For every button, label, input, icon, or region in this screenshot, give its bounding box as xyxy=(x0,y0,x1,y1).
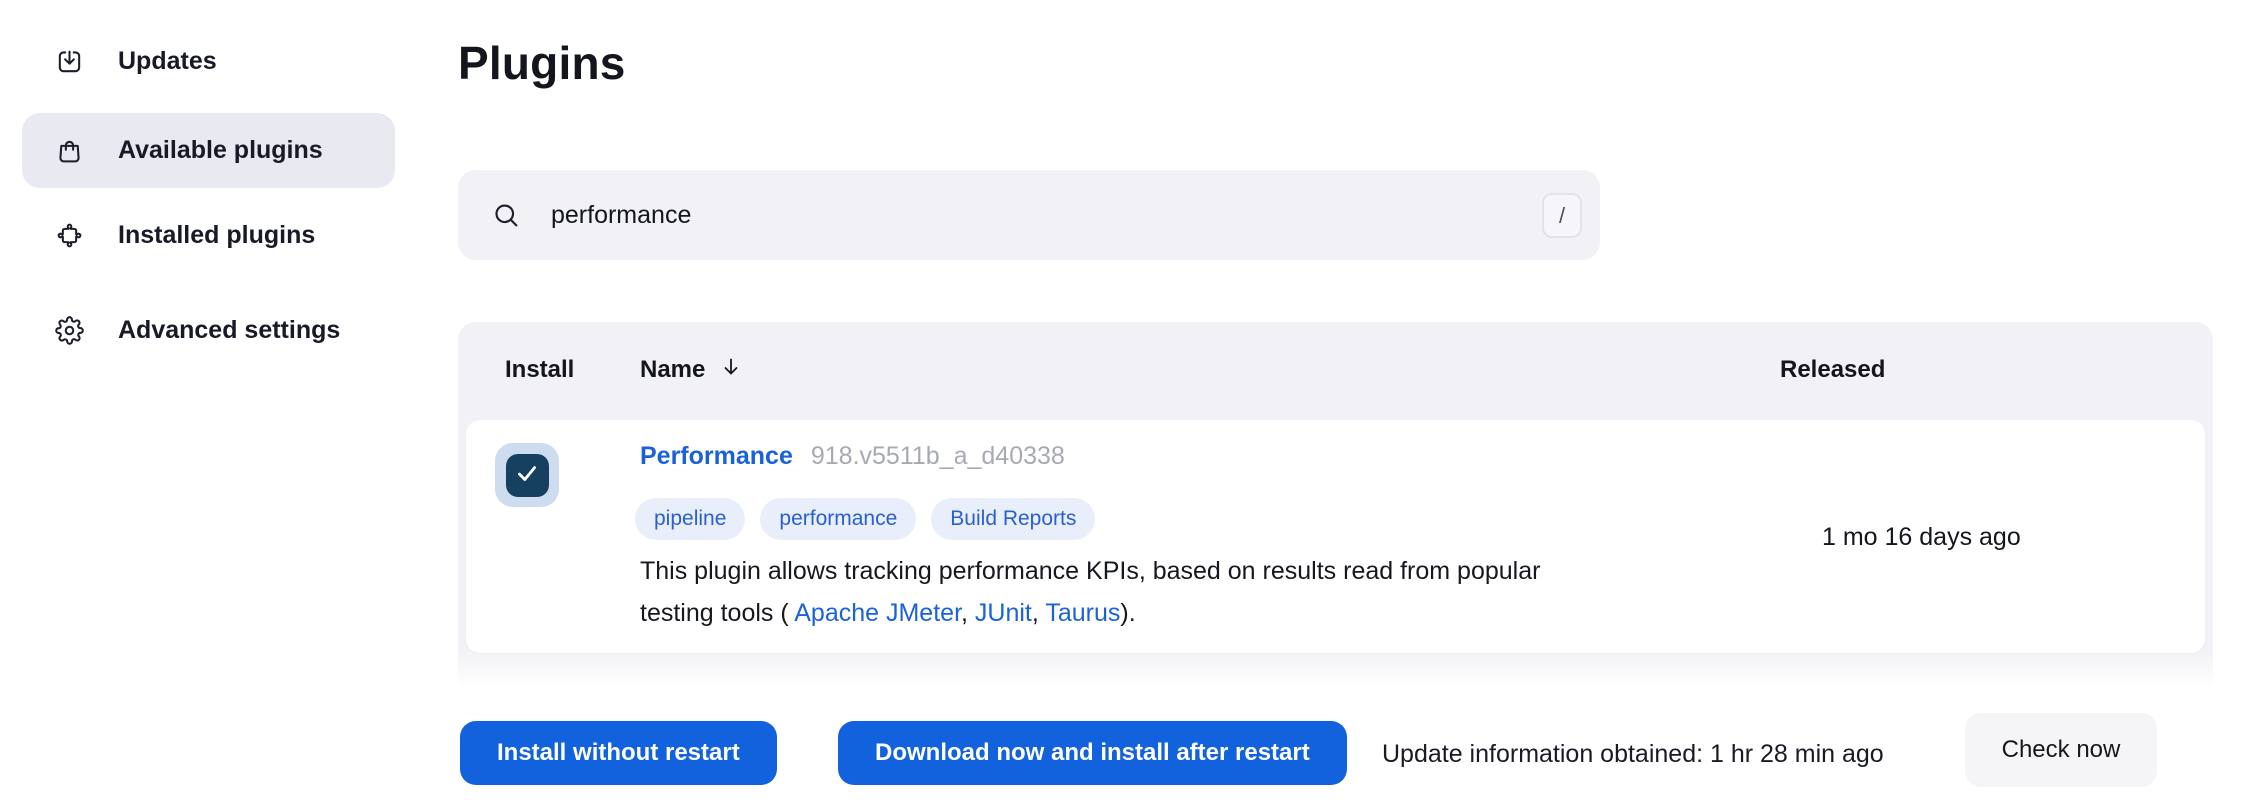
checkmark-icon xyxy=(514,460,540,491)
plugin-description: This plugin allows tracking performance … xyxy=(640,550,1860,634)
column-header-released[interactable]: Released xyxy=(1780,322,1885,418)
shopping-bag-icon xyxy=(55,136,84,165)
sidebar-item-label: Available plugins xyxy=(118,136,323,165)
slash-shortcut-key: / xyxy=(1542,193,1582,238)
plugin-description-text: testing tools ( xyxy=(640,599,794,627)
plugin-description-link[interactable]: JUnit xyxy=(975,599,1032,627)
plugin-tag[interactable]: performance xyxy=(760,498,916,540)
search-input[interactable] xyxy=(551,201,1431,230)
plugin-name-link[interactable]: Performance xyxy=(640,442,793,471)
plugin-description-text: , xyxy=(1032,599,1045,627)
column-header-install: Install xyxy=(505,322,574,418)
plugin-released: 1 mo 16 days ago xyxy=(1822,523,2021,552)
plugin-description-line2: testing tools ( Apache JMeter, JUnit, Ta… xyxy=(640,592,1860,634)
puzzle-icon xyxy=(55,221,84,250)
download-install-after-restart-button[interactable]: Download now and install after restart xyxy=(838,721,1347,785)
table-row: Performance 918.v5511b_a_d40338 pipeline… xyxy=(466,420,2205,653)
sort-descending-icon xyxy=(719,355,743,386)
footer-action-bar: Install without restart Download now and… xyxy=(0,688,2244,808)
plugin-tag[interactable]: Build Reports xyxy=(931,498,1095,540)
sidebar-item-label: Advanced settings xyxy=(118,316,340,345)
plugin-description-line1: This plugin allows tracking performance … xyxy=(640,550,1860,592)
sidebar-item-available-plugins[interactable]: Available plugins xyxy=(22,113,395,188)
search-icon xyxy=(491,200,521,230)
table-header-row: Install Name Released xyxy=(458,322,2213,418)
available-plugins-table: Install Name Released Performance 918.v5… xyxy=(458,322,2213,700)
plugin-description-link[interactable]: Apache JMeter xyxy=(794,599,961,627)
sidebar-item-installed-plugins[interactable]: Installed plugins xyxy=(22,198,395,273)
check-now-button[interactable]: Check now xyxy=(1965,713,2157,787)
plugin-description-text: ). xyxy=(1120,599,1135,627)
sidebar-item-updates[interactable]: Updates xyxy=(22,24,395,99)
update-status-text: Update information obtained: 1 hr 28 min… xyxy=(1382,740,1884,769)
install-checkbox[interactable] xyxy=(495,443,559,507)
download-icon xyxy=(55,47,84,76)
page-title: Plugins xyxy=(458,36,626,90)
sidebar-item-label: Installed plugins xyxy=(118,221,315,250)
column-header-name[interactable]: Name xyxy=(640,322,743,418)
plugin-description-link[interactable]: Taurus xyxy=(1045,599,1120,627)
sidebar-item-advanced-settings[interactable]: Advanced settings xyxy=(22,293,395,368)
sidebar-item-label: Updates xyxy=(118,47,217,76)
install-without-restart-button[interactable]: Install without restart xyxy=(460,721,777,785)
plugin-tags: pipeline performance Build Reports xyxy=(635,498,1095,540)
plugin-version: 918.v5511b_a_d40338 xyxy=(811,442,1065,471)
plugin-search-bar: / xyxy=(458,170,1600,260)
plugin-tag[interactable]: pipeline xyxy=(635,498,745,540)
plugin-description-text: , xyxy=(961,599,975,627)
gear-icon xyxy=(55,316,84,345)
